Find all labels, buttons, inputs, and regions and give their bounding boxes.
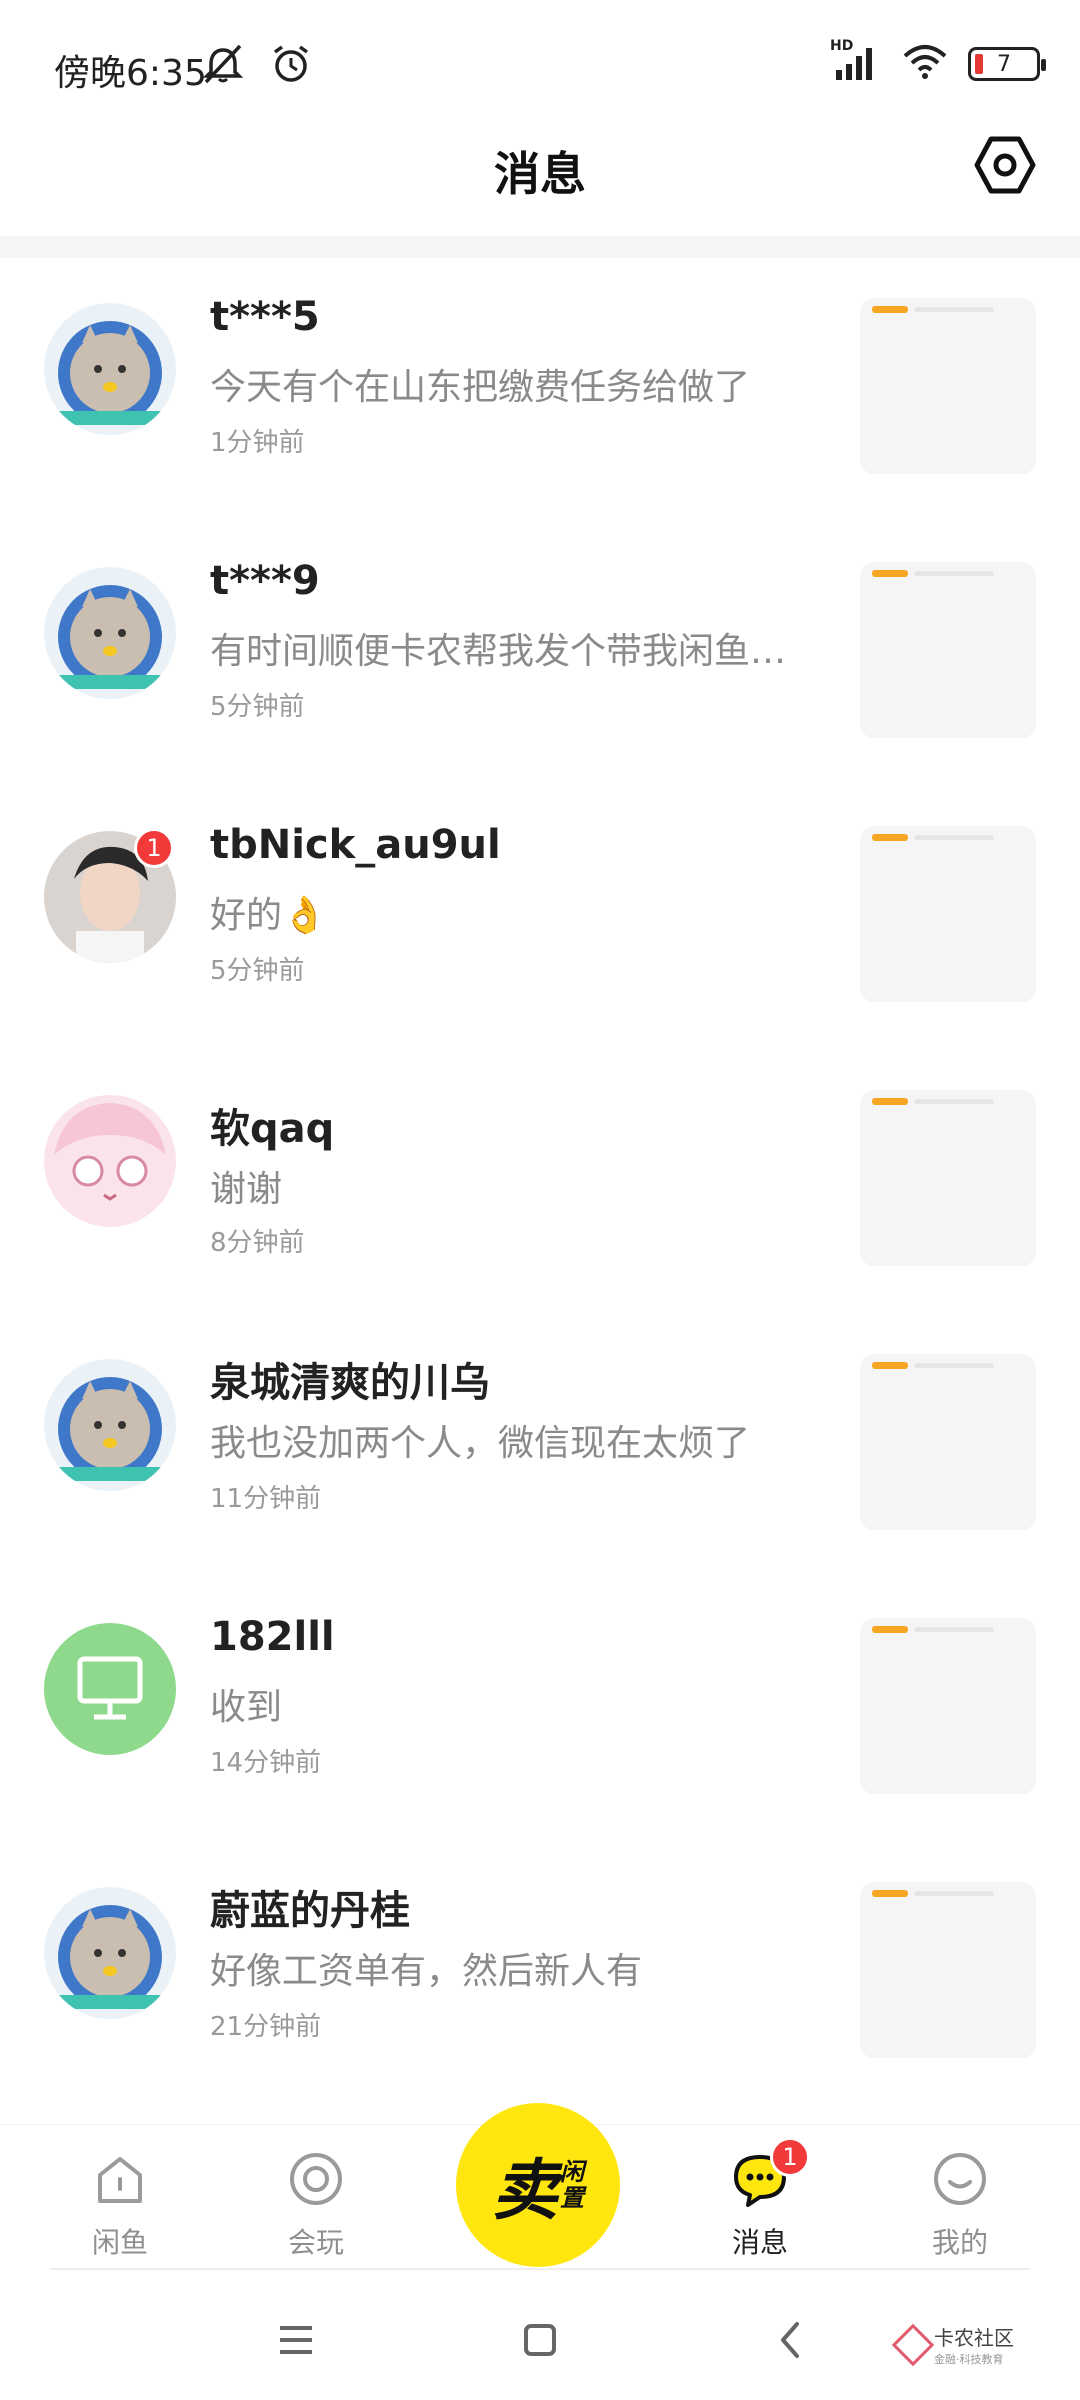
item-thumbnail[interactable] — [860, 1882, 1036, 2058]
conversation-name: 182lll — [210, 1614, 335, 1660]
status-icons-right: HD 7 — [830, 38, 1046, 84]
conversation-message: 好像工资单有，然后新人有 — [210, 1951, 643, 1992]
battery-level: 7 — [997, 51, 1011, 77]
conversation-list: t***5 今天有个在山东把缴费任务给做了 1分钟前 t***9 有时间顺便卡农… — [0, 258, 1080, 2106]
conversation-item[interactable]: 泉城清爽的川乌 我也没加两个人，微信现在太烦了 11分钟前 — [0, 1314, 1080, 1578]
menu-icon — [280, 2326, 312, 2354]
nav-unread-badge: 1 — [770, 2137, 810, 2177]
sell-label: 卖 — [492, 2152, 558, 2229]
conversation-name: 蔚蓝的丹桂 — [210, 1888, 410, 1934]
home-button[interactable] — [510, 2310, 570, 2370]
network-label: HD — [830, 38, 854, 54]
watermark-logo: 卡农社区 金融·科技教育 — [891, 2322, 1014, 2367]
nav-item-home[interactable]: 闲鱼 — [60, 2149, 180, 2261]
cat-astronaut-avatar — [44, 567, 176, 699]
conversation-message: 今天有个在山东把缴费任务给做了 — [210, 367, 751, 408]
unread-badge: 1 — [134, 828, 174, 868]
monitor-avatar — [44, 1623, 176, 1755]
conversation-message: 好的👌 — [210, 895, 327, 936]
item-thumbnail[interactable] — [860, 1618, 1036, 1794]
nav-item-play[interactable]: 会玩 — [256, 2149, 376, 2261]
conversation-item[interactable]: 182lll 收到 14分钟前 — [0, 1578, 1080, 1842]
sell-button[interactable]: 卖 闲 置 — [456, 2103, 620, 2267]
nav-label: 会玩 — [287, 2226, 344, 2259]
bottom-nav: 闲鱼 会玩 卖 闲 置 1 消息 我的 — [0, 2103, 1080, 2268]
item-thumbnail[interactable] — [860, 826, 1036, 1002]
status-time: 傍晚6:35 — [54, 53, 207, 94]
smile-face-icon — [934, 2153, 986, 2205]
conversation-time: 1分钟前 — [210, 428, 305, 458]
conversation-message: 有时间顺便卡农帮我发个带我闲鱼… — [210, 631, 787, 672]
cat-astronaut-avatar — [44, 1359, 176, 1491]
back-button[interactable] — [760, 2310, 820, 2370]
cat-astronaut-avatar — [44, 303, 176, 435]
cat-astronaut-avatar — [44, 1887, 176, 2019]
item-thumbnail[interactable] — [860, 1090, 1036, 1266]
home-icon — [98, 2157, 142, 2203]
page-title: 消息 — [494, 147, 586, 201]
wifi-icon — [902, 44, 948, 84]
nav-label: 消息 — [731, 2226, 788, 2259]
conversation-item[interactable]: 蔚蓝的丹桂 好像工资单有，然后新人有 21分钟前 — [0, 1842, 1080, 2106]
hexagon-settings-icon — [974, 136, 1036, 194]
conversation-time: 11分钟前 — [210, 1484, 322, 1514]
circle-target-icon — [290, 2153, 342, 2205]
header-divider — [0, 236, 1080, 258]
conversation-name: 泉城清爽的川乌 — [210, 1360, 490, 1406]
conversation-message: 谢谢 — [210, 1169, 283, 1210]
battery-icon: 7 — [968, 47, 1046, 81]
conversation-message: 我也没加两个人，微信现在太烦了 — [210, 1423, 751, 1464]
back-icon — [781, 2322, 799, 2358]
conversation-name: t***9 — [210, 558, 320, 604]
header: 消息 — [0, 120, 1080, 236]
nav-item-messages[interactable]: 1 消息 — [700, 2137, 820, 2261]
alarm-icon — [270, 44, 312, 88]
settings-button[interactable] — [970, 130, 1040, 200]
conversation-time: 21分钟前 — [210, 2012, 322, 2042]
menu-button[interactable] — [266, 2310, 326, 2370]
conversation-item[interactable]: 1 tbNick_au9ul 好的👌 5分钟前 — [0, 786, 1080, 1050]
sell-sub-label: 闲 置 — [560, 2158, 584, 2212]
anime-girl-avatar — [44, 1095, 176, 1227]
nav-item-profile[interactable]: 我的 — [900, 2149, 1020, 2261]
conversation-message: 收到 — [210, 1687, 283, 1728]
item-thumbnail[interactable] — [860, 562, 1036, 738]
nav-label: 我的 — [931, 2226, 988, 2259]
item-thumbnail[interactable] — [860, 1354, 1036, 1530]
conversation-item[interactable]: 软qaq 谢谢 8分钟前 — [0, 1050, 1080, 1314]
conversation-name: t***5 — [210, 294, 320, 340]
nav-label: 闲鱼 — [91, 2226, 148, 2259]
conversation-name: tbNick_au9ul — [210, 822, 501, 868]
status-icons-left — [200, 44, 312, 88]
watermark-icon — [891, 2323, 935, 2366]
conversation-time: 14分钟前 — [210, 1748, 322, 1778]
conversation-time: 5分钟前 — [210, 956, 305, 986]
status-bar: 傍晚6:35 HD 7 — [0, 0, 1080, 120]
conversation-item[interactable]: t***9 有时间顺便卡农帮我发个带我闲鱼… 5分钟前 — [0, 522, 1080, 786]
conversation-time: 8分钟前 — [210, 1228, 305, 1258]
item-thumbnail[interactable] — [860, 298, 1036, 474]
conversation-item[interactable]: t***5 今天有个在山东把缴费任务给做了 1分钟前 — [0, 258, 1080, 522]
conversation-name: 软qaq — [210, 1106, 335, 1152]
mute-icon — [200, 44, 246, 88]
square-home-icon — [524, 2324, 556, 2356]
signal-icon: HD — [830, 38, 882, 84]
system-nav: 卡农社区 金融·科技教育 — [0, 2270, 1080, 2400]
conversation-time: 5分钟前 — [210, 692, 305, 722]
